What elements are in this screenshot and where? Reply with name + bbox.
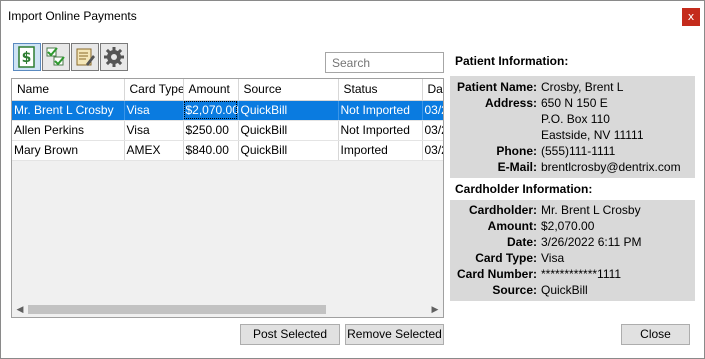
cell-card-type: AMEX — [124, 140, 184, 161]
patient-info-heading: Patient Information: — [455, 54, 569, 68]
column-header-source[interactable]: Source — [238, 79, 339, 101]
toolbar: $ — [13, 43, 128, 71]
card-number-label: Card Number: — [456, 267, 537, 281]
amount-label: Amount: — [487, 219, 537, 233]
post-selected-button[interactable]: Post Selected — [240, 324, 340, 345]
patient-info-panel: Patient Name: Crosby, Brent L Address: 650… — [450, 76, 695, 178]
cardholder-info-heading: Cardholder Information: — [455, 182, 593, 196]
checklist-icon — [46, 47, 65, 66]
horizontal-scrollbar[interactable]: ◀ ▶ — [12, 302, 443, 317]
card-type-value: Visa — [541, 251, 565, 265]
cell-status: Not Imported — [338, 120, 423, 141]
cell-amount: $250.00 — [183, 120, 239, 141]
edit-notes-icon — [76, 48, 95, 66]
close-button[interactable]: Close — [621, 324, 690, 345]
phone-label: Phone: — [496, 144, 537, 158]
patient-name-value: Crosby, Brent L — [541, 80, 624, 94]
email-label: E-Mail: — [497, 160, 537, 174]
cell-date: 03/26/2022 — [422, 100, 443, 121]
table-row[interactable]: Mary Brown AMEX $840.00 QuickBill Import… — [12, 140, 443, 161]
cell-source: QuickBill — [238, 100, 339, 121]
scroll-right-arrow-icon[interactable]: ▶ — [428, 302, 442, 317]
cell-amount: $2,070.00 — [183, 100, 239, 121]
gear-icon — [104, 47, 124, 67]
cell-card-type: Visa — [124, 120, 184, 141]
cardholder-value: Mr. Brent L Crosby — [541, 203, 641, 217]
address-line-3: Eastside, NV 11111 — [541, 128, 644, 142]
amount-value: $2,070.00 — [541, 219, 595, 233]
cardholder-label: Cardholder: — [468, 203, 537, 217]
table-header-row: Name Card Type Amount Source Status Date — [12, 79, 443, 101]
date-label: Date: — [506, 235, 537, 249]
cell-name: Mary Brown — [12, 140, 125, 161]
source-value: QuickBill — [541, 283, 588, 297]
column-header-name[interactable]: Name — [12, 79, 125, 101]
cell-date: 03/26/2022 — [422, 140, 443, 161]
source-label: Source: — [492, 283, 537, 297]
cell-source: QuickBill — [238, 120, 339, 141]
cell-name: Mr. Brent L Crosby — [12, 100, 125, 121]
cell-date: 03/26/2022 — [422, 120, 443, 141]
email-value: brentlcrosby@dentrix.com — [541, 160, 681, 174]
cardholder-info-panel: Cardholder: Mr. Brent L Crosby Amount: $2,… — [450, 200, 695, 301]
cell-source: QuickBill — [238, 140, 339, 161]
phone-value: (555)111-1111 — [541, 144, 616, 158]
date-value: 3/26/2022 6:11 PM — [541, 235, 642, 249]
cell-amount: $840.00 — [183, 140, 239, 161]
remove-selected-button[interactable]: Remove Selected — [345, 324, 444, 345]
settings-button[interactable] — [100, 43, 128, 71]
patient-name-label: Patient Name: — [456, 80, 537, 94]
checklist-button[interactable] — [42, 43, 70, 71]
close-window-button[interactable]: x — [682, 8, 700, 26]
cell-status: Not Imported — [338, 100, 423, 121]
table-row[interactable]: Allen Perkins Visa $250.00 QuickBill Not… — [12, 120, 443, 141]
scrollbar-thumb[interactable] — [28, 305, 326, 314]
cell-name: Allen Perkins — [12, 120, 125, 141]
cell-card-type: Visa — [124, 100, 184, 121]
address-line-2: P.O. Box 110 — [541, 112, 610, 126]
scroll-left-arrow-icon[interactable]: ◀ — [13, 302, 27, 317]
dollar-document-icon: $ — [18, 46, 35, 68]
address-label: Address: — [484, 96, 537, 110]
cell-status: Imported — [338, 140, 423, 161]
card-number-value: ************1111 — [541, 267, 622, 281]
column-header-card-type[interactable]: Card Type — [124, 79, 184, 101]
column-header-status[interactable]: Status — [338, 79, 423, 101]
payments-table: Name Card Type Amount Source Status Date… — [12, 79, 443, 161]
window-title: Import Online Payments — [8, 9, 137, 23]
edit-notes-button[interactable] — [71, 43, 99, 71]
dollar-document-button[interactable]: $ — [13, 43, 41, 71]
svg-text:$: $ — [22, 50, 32, 66]
search-input[interactable] — [325, 52, 444, 73]
column-header-date[interactable]: Date — [422, 79, 443, 101]
column-header-amount[interactable]: Amount — [183, 79, 239, 101]
address-line-1: 650 N 150 E — [541, 96, 608, 110]
card-type-label: Card Type: — [475, 251, 537, 265]
table-row[interactable]: Mr. Brent L Crosby Visa $2,070.00 QuickB… — [12, 100, 443, 121]
payments-grid[interactable]: Name Card Type Amount Source Status Date… — [11, 78, 444, 318]
import-online-payments-window: Import Online Payments x $ Search Name C… — [0, 0, 705, 359]
